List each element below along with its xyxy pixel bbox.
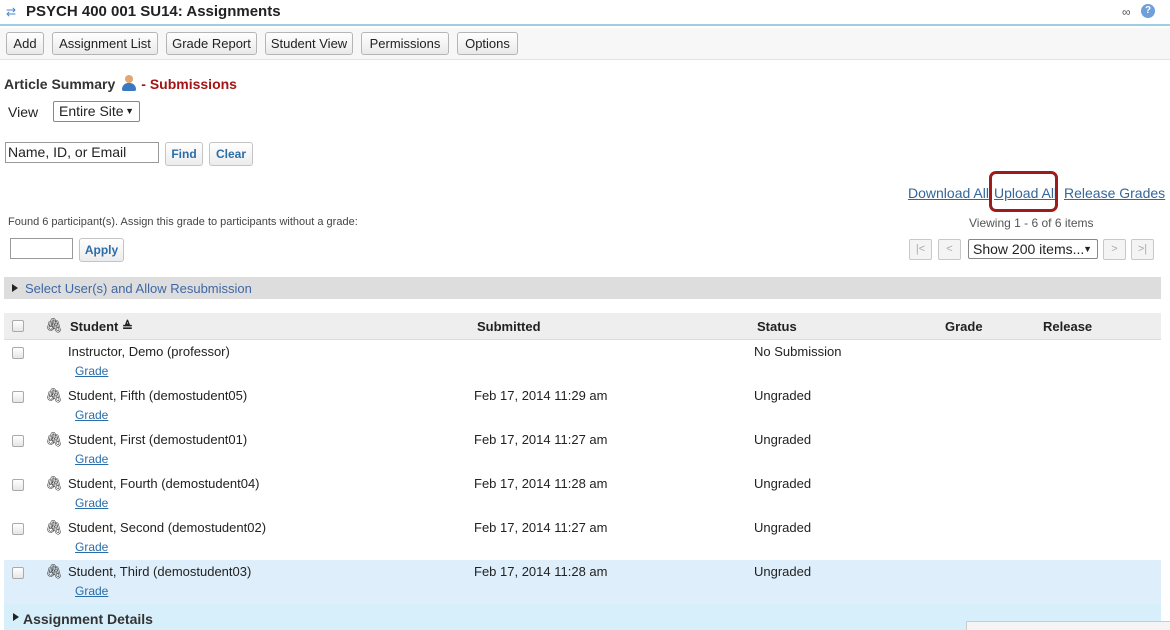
grade-report-button[interactable]: Grade Report	[166, 32, 257, 55]
grade-link[interactable]: Grade	[75, 364, 108, 378]
row-checkbox[interactable]	[12, 479, 24, 491]
options-button[interactable]: Options	[457, 32, 518, 55]
view-label: View	[8, 104, 39, 120]
submission-status: Ungraded	[754, 388, 812, 403]
found-participants-text: Found 6 participant(s). Assign this grad…	[8, 216, 358, 228]
submitted-date: Feb 17, 2014 11:28 am	[474, 476, 608, 491]
assignment-details-label: Assignment Details	[23, 611, 153, 627]
add-button[interactable]: Add	[6, 32, 44, 55]
sort-asc-icon: ≜	[122, 319, 133, 334]
reset-icon[interactable]: ⇄	[6, 5, 18, 19]
default-grade-input[interactable]	[10, 238, 73, 259]
student-name: Student, First (demostudent01)	[68, 432, 248, 447]
select-all-checkbox[interactable]	[12, 320, 24, 332]
page-title: PSYCH 400 001 SU14: Assignments	[26, 3, 281, 20]
submitted-date: Feb 17, 2014 11:27 am	[474, 520, 608, 535]
grade-link[interactable]: Grade	[75, 584, 108, 598]
paperclip-icon: 🖇	[45, 475, 63, 491]
grade-link[interactable]: Grade	[75, 408, 108, 422]
next-page-button[interactable]: >	[1103, 239, 1126, 260]
submitted-date: Feb 17, 2014 11:29 am	[474, 388, 608, 403]
view-select[interactable]: Entire Site ▼	[53, 101, 140, 122]
student-name: Student, Fourth (demostudent04)	[68, 476, 260, 491]
submission-status: Ungraded	[754, 432, 812, 447]
breadcrumb: Article Summary - Submissions	[4, 75, 237, 92]
apply-button[interactable]: Apply	[79, 238, 124, 262]
page-size-select[interactable]: Show 200 items... ▼	[968, 239, 1098, 259]
user-icon	[121, 75, 137, 91]
page-size-value: Show 200 items...	[973, 241, 1085, 257]
prev-page-button[interactable]: <	[938, 239, 961, 260]
viewing-count: Viewing 1 - 6 of 6 items	[969, 216, 1094, 230]
submission-status: Ungraded	[754, 564, 812, 579]
grade-link[interactable]: Grade	[75, 496, 108, 510]
status-column-header[interactable]: Status	[757, 319, 797, 334]
title-bar: ⇄ PSYCH 400 001 SU14: Assignments ∞ ?	[0, 0, 1170, 26]
submission-status: No Submission	[754, 344, 842, 359]
first-page-button[interactable]: |<	[909, 239, 932, 260]
submitted-date: Feb 17, 2014 11:28 am	[474, 564, 608, 579]
table-row: 🖇 Student, Third (demostudent03) Feb 17,…	[4, 560, 1161, 604]
paperclip-icon: 🖇	[45, 563, 63, 579]
student-name: Instructor, Demo (professor)	[68, 344, 230, 359]
student-view-button[interactable]: Student View	[265, 32, 353, 55]
student-name: Student, Second (demostudent02)	[68, 520, 267, 535]
row-checkbox[interactable]	[12, 523, 24, 535]
submitted-column-header[interactable]: Submitted	[477, 319, 541, 334]
view-selected-value: Entire Site	[59, 103, 124, 119]
search-input[interactable]: Name, ID, or Email	[5, 142, 159, 163]
resubmission-label: Select User(s) and Allow Resubmission	[25, 281, 252, 296]
expand-triangle-icon	[13, 613, 19, 621]
grade-link[interactable]: Grade	[75, 540, 108, 554]
release-grades-link[interactable]: Release Grades	[1064, 185, 1165, 201]
row-checkbox[interactable]	[12, 567, 24, 579]
row-checkbox[interactable]	[12, 347, 24, 359]
submission-status: Ungraded	[754, 520, 812, 535]
upload-all-highlight	[989, 171, 1058, 212]
table-row: 🖇 Student, Fourth (demostudent04) Feb 17…	[4, 472, 1161, 516]
row-checkbox[interactable]	[12, 391, 24, 403]
table-row: 🖇 Student, Fifth (demostudent05) Feb 17,…	[4, 384, 1161, 428]
help-icon[interactable]: ?	[1141, 4, 1155, 18]
paperclip-icon: 🖇	[45, 431, 63, 447]
grade-link[interactable]: Grade	[75, 452, 108, 466]
table-row: 🖇 Student, Second (demostudent02) Feb 17…	[4, 516, 1161, 560]
submission-status: Ungraded	[754, 476, 812, 491]
release-column-header[interactable]: Release	[1043, 319, 1092, 334]
overlay-panel-edge	[966, 621, 1170, 630]
student-column-header[interactable]: Student ≜	[70, 319, 133, 335]
student-name: Student, Fifth (demostudent05)	[68, 388, 248, 403]
permissions-button[interactable]: Permissions	[361, 32, 449, 55]
tool-toolbar: Add Assignment List Grade Report Student…	[0, 28, 1170, 60]
last-page-button[interactable]: >|	[1131, 239, 1154, 260]
chevron-down-icon: ▼	[125, 106, 134, 116]
expand-triangle-icon	[12, 284, 18, 292]
grade-column-header[interactable]: Grade	[945, 319, 983, 334]
chevron-down-icon: ▼	[1083, 244, 1092, 254]
table-row: Instructor, Demo (professor) No Submissi…	[4, 340, 1161, 384]
download-all-link[interactable]: Download All	[908, 185, 989, 201]
resubmission-toggle[interactable]: Select User(s) and Allow Resubmission	[4, 277, 1161, 299]
table-row: 🖇 Student, First (demostudent01) Feb 17,…	[4, 428, 1161, 472]
table-header: 🖇 Student ≜ Submitted Status Grade Relea…	[4, 313, 1161, 340]
paperclip-icon: 🖇	[45, 519, 63, 535]
row-checkbox[interactable]	[12, 435, 24, 447]
assignment-name: Article Summary	[4, 76, 116, 92]
submitted-date: Feb 17, 2014 11:27 am	[474, 432, 608, 447]
link-icon[interactable]: ∞	[1122, 5, 1131, 19]
find-button[interactable]: Find	[165, 142, 203, 166]
paperclip-icon: 🖇	[45, 317, 63, 333]
clear-button[interactable]: Clear	[209, 142, 253, 166]
paperclip-icon: 🖇	[45, 387, 63, 403]
breadcrumb-section: - Submissions	[141, 76, 237, 92]
student-name: Student, Third (demostudent03)	[68, 564, 252, 579]
assignment-list-button[interactable]: Assignment List	[52, 32, 158, 55]
